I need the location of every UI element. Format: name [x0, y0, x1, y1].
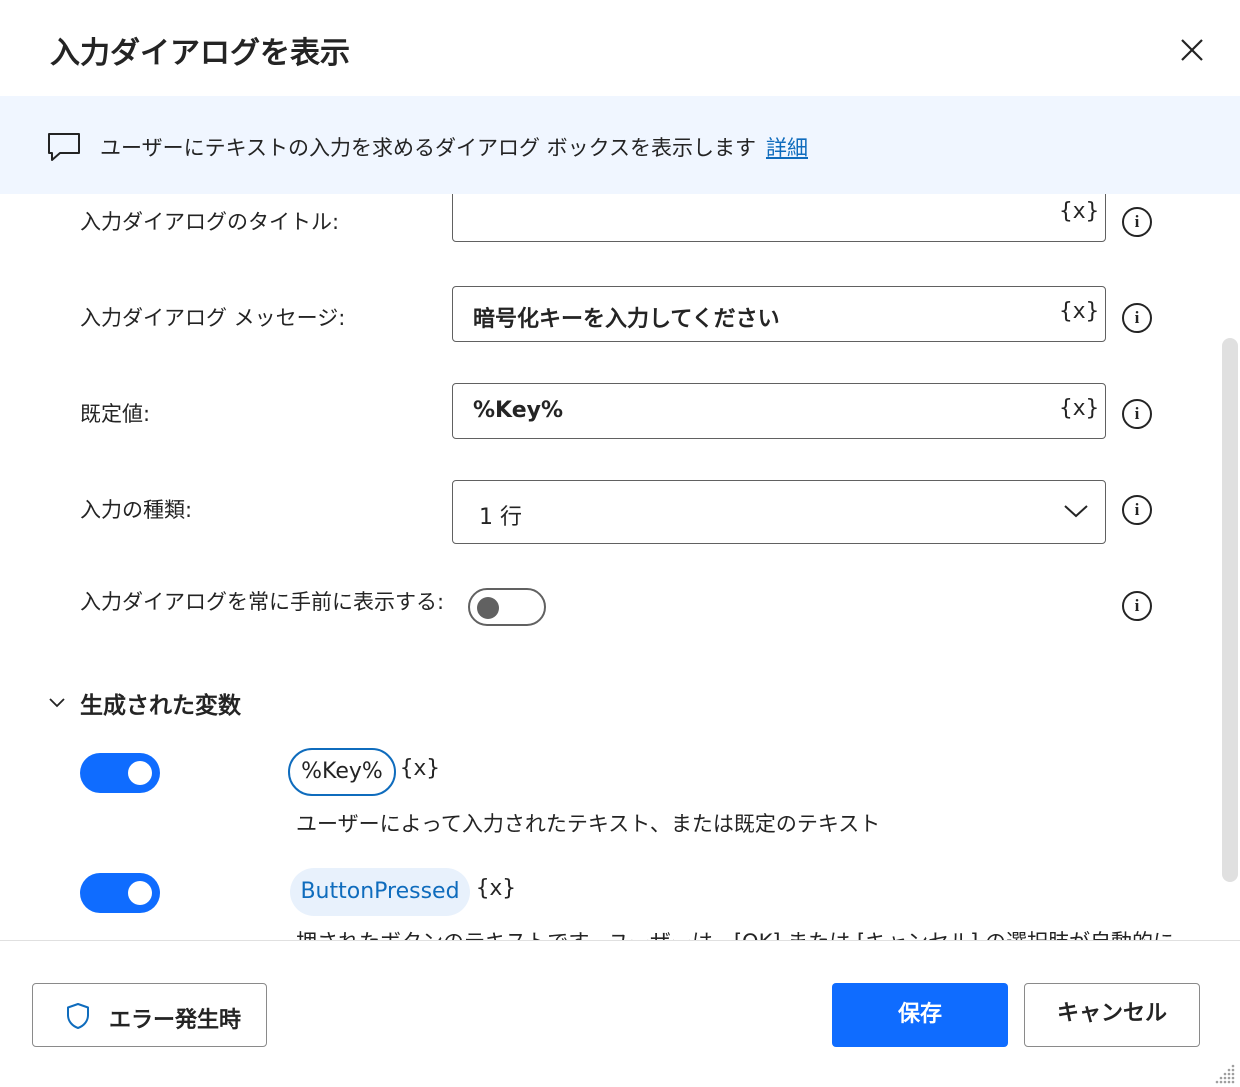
scrollbar-thumb[interactable]: [1222, 338, 1238, 882]
info-icon[interactable]: i: [1122, 207, 1152, 237]
details-link[interactable]: 詳細: [766, 136, 808, 160]
chevron-down-icon: [1064, 505, 1088, 518]
dialog-title: 入力ダイアログを表示: [50, 36, 350, 71]
close-icon: [1181, 39, 1203, 61]
key-variable-pill[interactable]: %Key%: [288, 748, 396, 796]
default-value-label: 既定値:: [80, 402, 151, 426]
dialog-message-value: 暗号化キーを入力してください: [473, 307, 780, 332]
info-icon[interactable]: i: [1122, 399, 1152, 429]
button-pressed-description: 押されたボタンのテキストです。ユーザーは、[OK] または [キャンセル] の選…: [296, 926, 1174, 940]
save-button[interactable]: 保存: [832, 983, 1008, 1047]
always-on-top-toggle[interactable]: [468, 588, 546, 626]
default-value-value: %Key%: [473, 398, 564, 423]
banner-description-text: ユーザーにテキストの入力を求めるダイアログ ボックスを表示します: [100, 136, 756, 160]
dialog-message-label: 入力ダイアログ メッセージ:: [80, 306, 346, 330]
info-icon[interactable]: i: [1122, 495, 1152, 525]
input-type-label: 入力の種類:: [80, 498, 193, 522]
toggle-knob: [477, 597, 499, 619]
resize-grip-icon[interactable]: [1214, 1062, 1236, 1084]
dialog-header: 入力ダイアログを表示: [0, 0, 1240, 96]
variable-icon: {x}: [476, 876, 516, 901]
footer-divider: [0, 940, 1240, 941]
comment-icon: [48, 133, 80, 161]
variable-picker-button[interactable]: {x}: [1059, 299, 1099, 324]
chevron-down-icon: [49, 698, 65, 708]
banner-description: ユーザーにテキストの入力を求めるダイアログ ボックスを表示します 詳細: [100, 132, 808, 162]
variable-picker-button[interactable]: {x}: [1059, 396, 1099, 421]
input-type-select[interactable]: 1 行: [452, 480, 1106, 544]
parameters-panel[interactable]: 入力ダイアログのタイトル: {x} i 入力ダイアログ メッセージ: 暗号化キー…: [0, 194, 1240, 940]
on-error-button[interactable]: エラー発生時: [32, 983, 267, 1047]
close-button[interactable]: [1172, 30, 1212, 70]
button-pressed-toggle[interactable]: [80, 873, 160, 913]
info-icon[interactable]: i: [1122, 591, 1152, 621]
toggle-knob: [128, 761, 152, 785]
dialog-title-label: 入力ダイアログのタイトル:: [80, 210, 340, 234]
info-icon[interactable]: i: [1122, 303, 1152, 333]
shield-icon: [67, 1003, 89, 1029]
button-pressed-variable-pill[interactable]: ButtonPressed: [290, 868, 470, 916]
on-error-button-label: エラー発生時: [109, 1008, 242, 1033]
generated-variables-title: 生成された変数: [80, 693, 241, 719]
default-value-input[interactable]: %Key% {x}: [452, 383, 1106, 439]
dialog-message-input[interactable]: 暗号化キーを入力してください {x}: [452, 286, 1106, 342]
input-type-selected: 1 行: [479, 505, 522, 530]
variable-picker-button[interactable]: {x}: [1059, 199, 1099, 224]
always-on-top-label: 入力ダイアログを常に手前に表示する:: [80, 590, 445, 614]
variable-icon: {x}: [400, 756, 440, 781]
dialog-title-input[interactable]: {x}: [452, 194, 1106, 242]
key-variable-toggle[interactable]: [80, 753, 160, 793]
cancel-button[interactable]: キャンセル: [1024, 983, 1200, 1047]
toggle-knob: [128, 881, 152, 905]
key-variable-description: ユーザーによって入力されたテキスト、または既定のテキスト: [296, 812, 881, 836]
